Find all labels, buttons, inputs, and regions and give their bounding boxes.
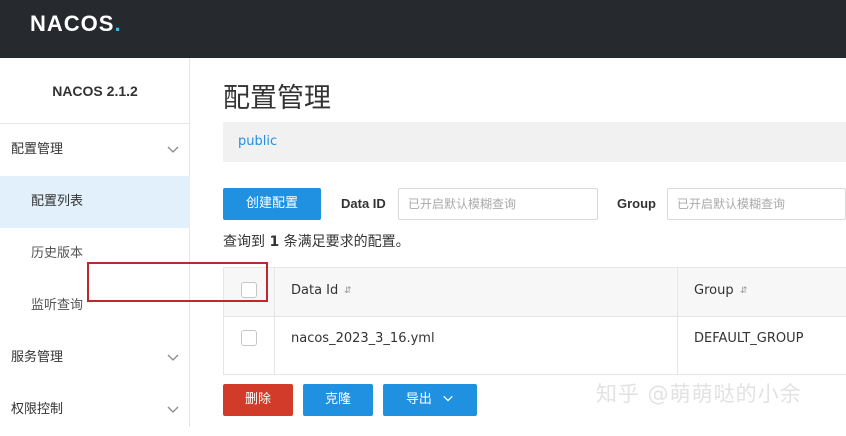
sort-icon[interactable]: ⇵: [740, 286, 748, 296]
data-id-cell[interactable]: nacos_2023_3_16.yml: [291, 331, 435, 346]
sidebar-item-label: 监听查询: [31, 298, 84, 313]
sidebar-group-label: 服务管理: [11, 350, 64, 365]
nacos-logo[interactable]: NACOS.: [30, 11, 122, 37]
page-title: 配置管理: [223, 83, 331, 114]
row-checkbox[interactable]: [241, 330, 257, 346]
sidebar-group-access-control[interactable]: 权限控制: [0, 384, 190, 436]
sidebar-item-label: 配置列表: [31, 194, 84, 209]
logo-text: NACOS: [30, 11, 115, 36]
result-suffix: 条满足要求的配置。: [283, 234, 410, 250]
chevron-down-icon: [167, 354, 179, 361]
create-config-button[interactable]: 创建配置: [223, 188, 321, 220]
version-label: NACOS 2.1.2: [0, 58, 190, 124]
top-header: NACOS.: [0, 0, 846, 58]
column-header-data-id[interactable]: Data Id: [291, 283, 338, 298]
column-header-label: Data Id: [291, 283, 339, 298]
clone-button[interactable]: 克隆: [303, 384, 373, 416]
watermark: 知乎 @萌萌哒的小余: [596, 382, 802, 406]
sort-icon[interactable]: ⇵: [344, 286, 352, 296]
column-divider: [677, 268, 678, 374]
sidebar-group-service-management[interactable]: 服务管理: [0, 332, 190, 384]
chevron-down-icon: [167, 146, 179, 153]
namespace-bar: public: [223, 122, 846, 162]
chevron-down-icon: [167, 406, 179, 413]
sidebar-item-config-list[interactable]: 配置列表: [0, 176, 190, 228]
data-id-label: Data ID: [341, 196, 386, 211]
sidebar: NACOS 2.1.2 配置管理 配置列表 历史版本 监听查询 服务管理 权限控…: [0, 58, 190, 427]
data-id-input[interactable]: 已开启默认模糊查询: [398, 188, 598, 220]
column-header-label: Group: [694, 283, 734, 298]
namespace-public[interactable]: public: [238, 134, 277, 149]
sidebar-item-label: 历史版本: [31, 246, 84, 261]
group-label: Group: [617, 196, 656, 211]
sidebar-group-config-management[interactable]: 配置管理: [0, 124, 190, 176]
column-divider: [274, 268, 275, 374]
chevron-down-icon: [443, 395, 453, 402]
export-label: 导出: [405, 392, 432, 407]
highlight-box: [87, 262, 268, 302]
result-prefix: 查询到: [223, 234, 265, 250]
delete-button[interactable]: 删除: [223, 384, 293, 416]
logo-dot: .: [114, 11, 122, 36]
result-count: 1: [269, 234, 280, 250]
sidebar-group-label: 配置管理: [11, 142, 64, 157]
sidebar-group-label: 权限控制: [11, 402, 64, 417]
result-summary: 查询到 1 条满足要求的配置。: [223, 231, 410, 251]
group-cell: DEFAULT_GROUP: [694, 331, 804, 346]
main-content: 配置管理 public 创建配置 Data ID 已开启默认模糊查询 Group…: [191, 58, 846, 427]
export-button[interactable]: 导出: [383, 384, 477, 416]
config-table: Data Id ⇵ Group ⇵ nacos_2023_3_16.yml DE…: [223, 267, 846, 375]
column-header-group[interactable]: Group: [694, 283, 734, 298]
group-input[interactable]: 已开启默认模糊查询: [667, 188, 846, 220]
